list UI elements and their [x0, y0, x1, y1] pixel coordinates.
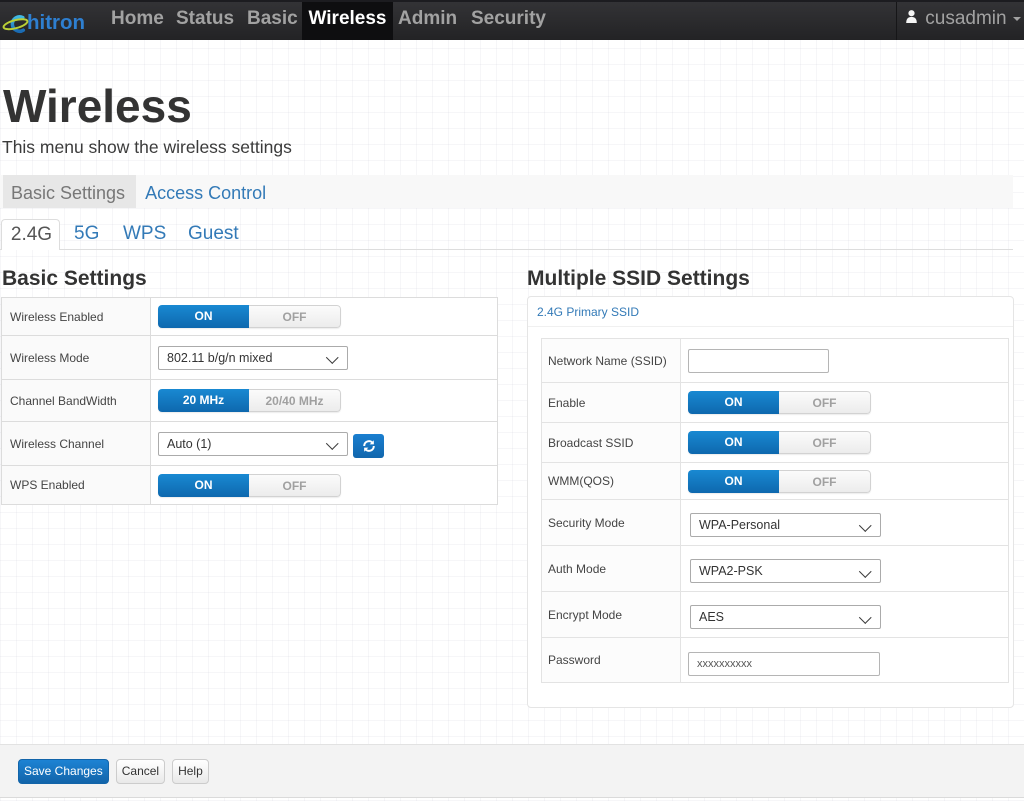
svg-text:hitron: hitron: [27, 11, 85, 34]
